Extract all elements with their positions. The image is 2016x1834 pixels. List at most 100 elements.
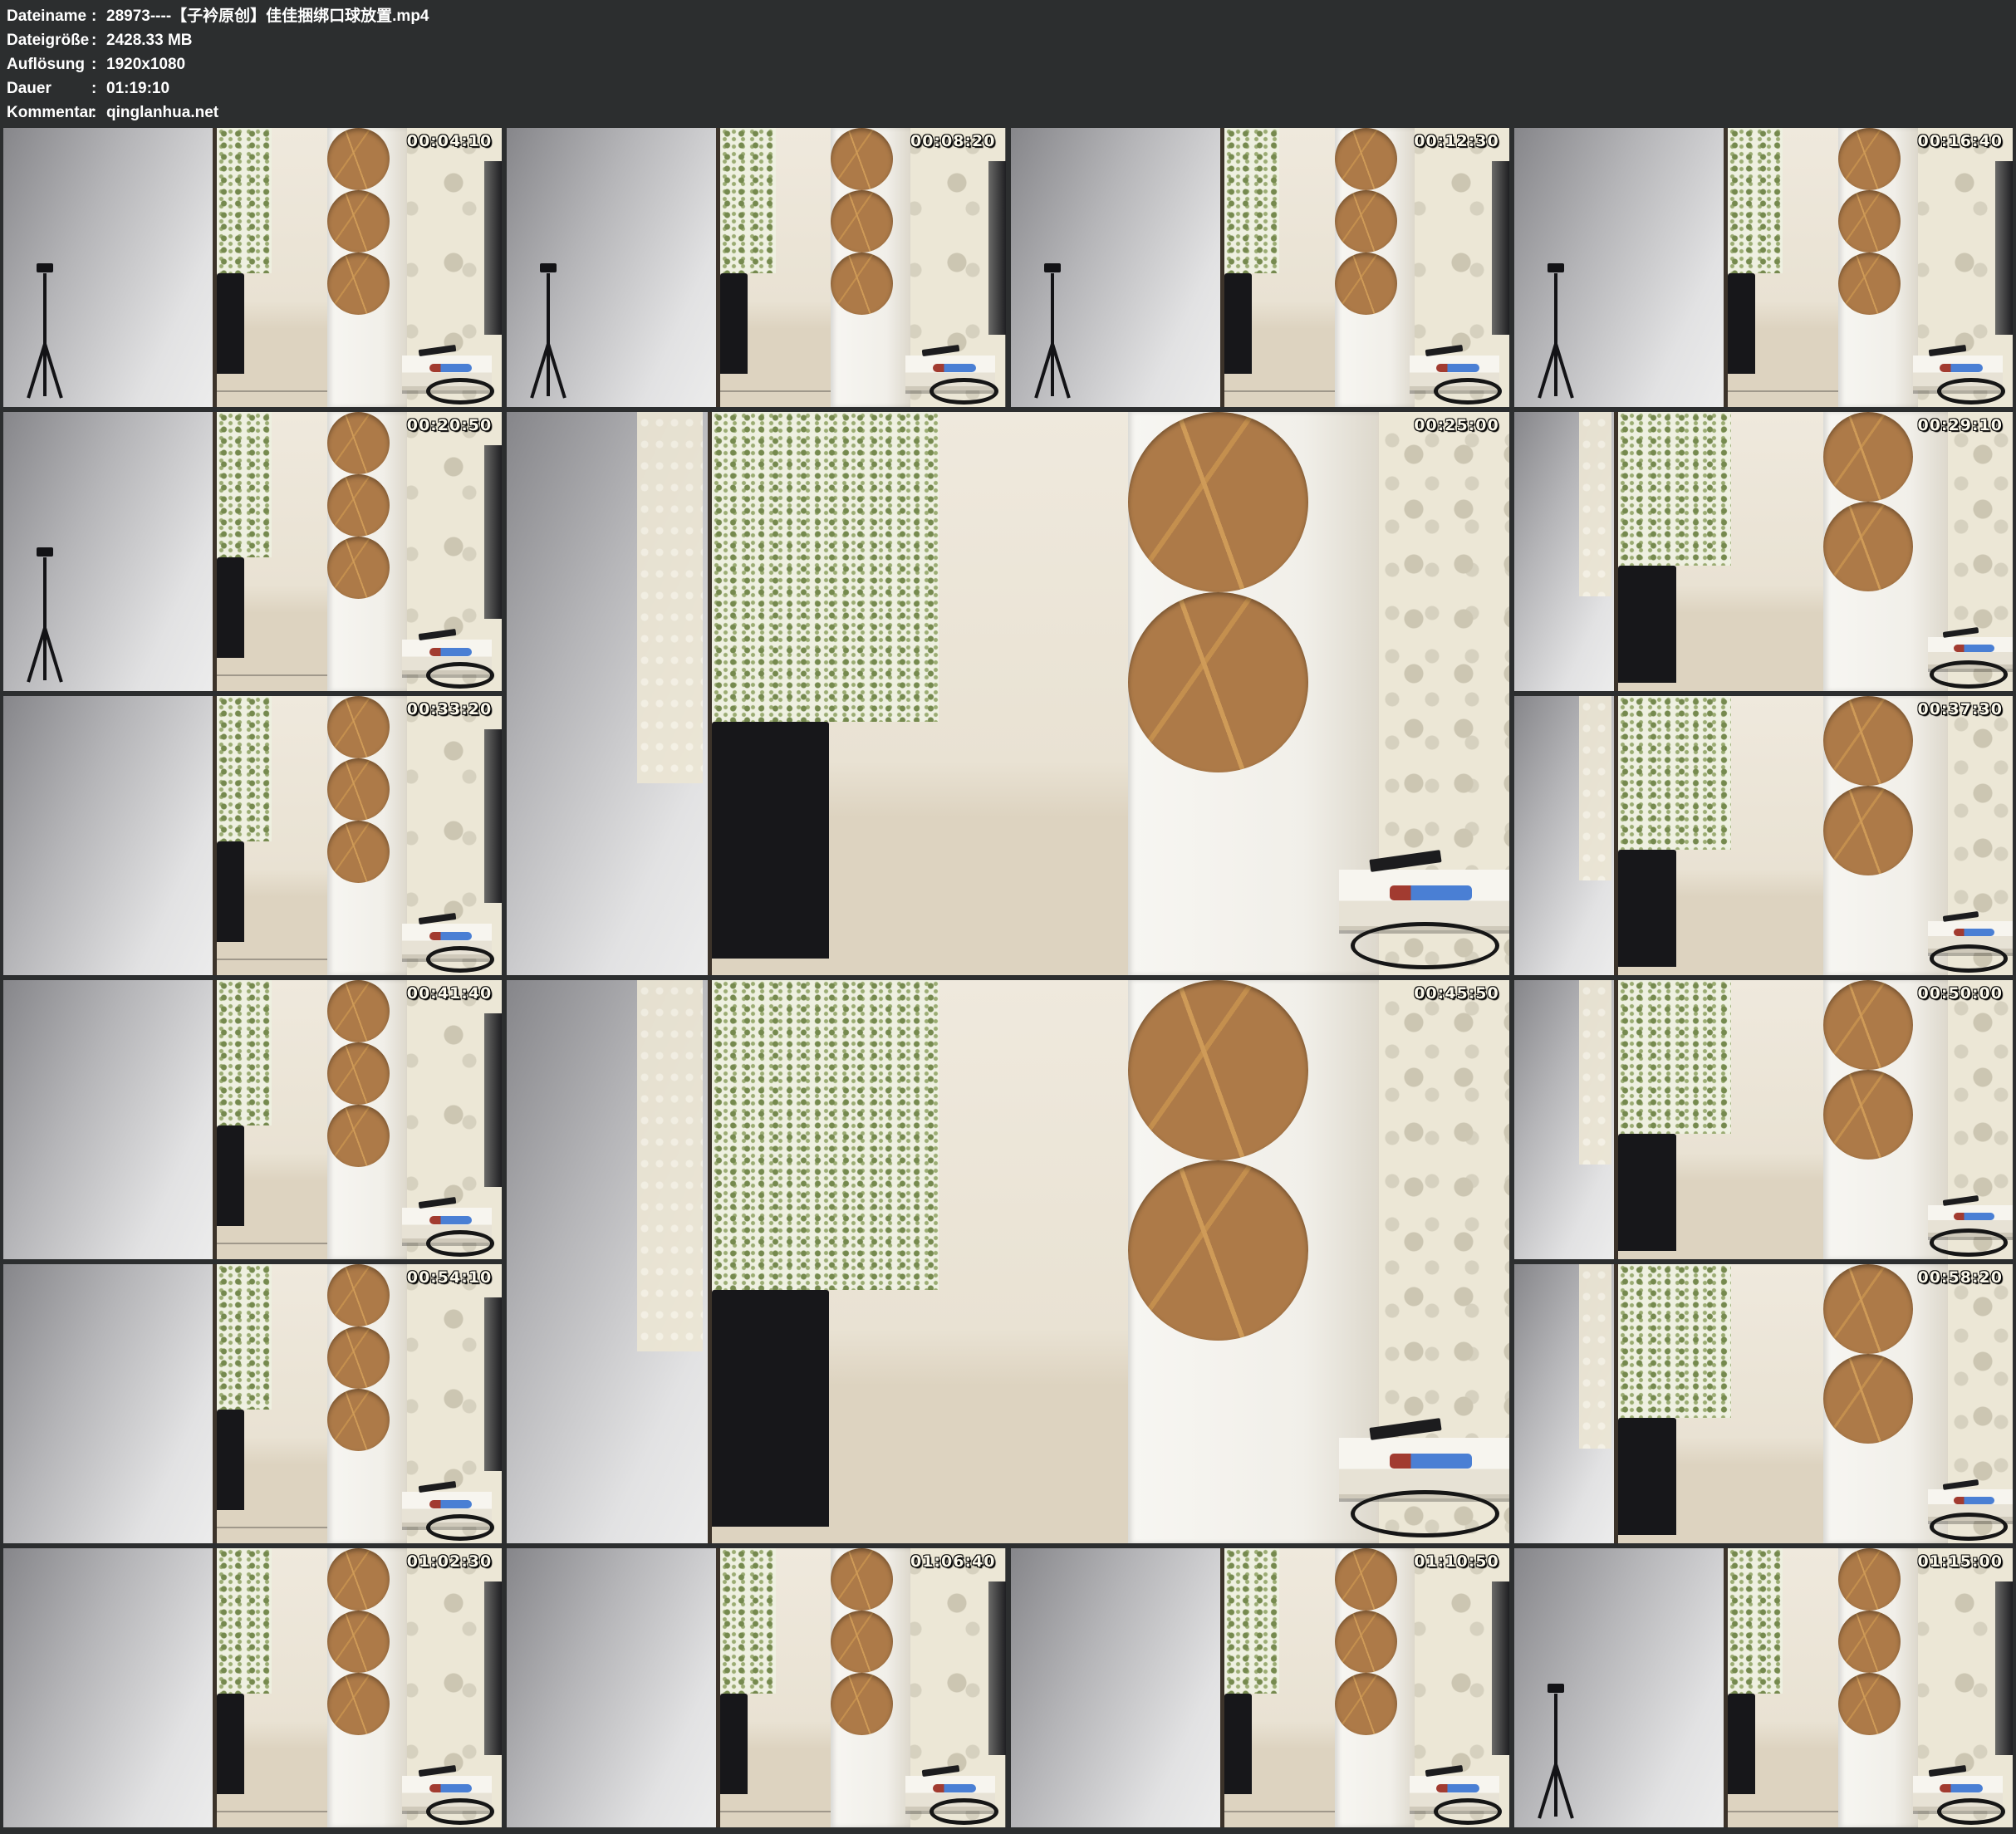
timestamp-overlay: 00:08:20 xyxy=(910,134,996,150)
lace-curtain xyxy=(1579,696,1611,880)
leaf-wallpaper xyxy=(217,1264,272,1410)
leaf-wallpaper xyxy=(217,128,272,273)
video-thumbnail: 00:37:30 xyxy=(1514,696,2013,975)
file-info-row-kommentar: Kommentar:qinglanhua.net xyxy=(7,101,2016,125)
thumbnail-scene xyxy=(1514,1548,2013,1827)
circle-panel xyxy=(1335,1548,1415,1827)
chair xyxy=(1728,273,1755,374)
hallway-doorway xyxy=(716,128,835,407)
circle-panel xyxy=(1335,128,1415,407)
blue-marker xyxy=(933,364,976,372)
circle-panel xyxy=(831,1548,910,1827)
panel-circle xyxy=(1823,1264,1913,1354)
tv-screen-edge xyxy=(484,1581,502,1754)
leaf-wallpaper xyxy=(217,412,272,557)
blue-marker xyxy=(1954,1497,1994,1504)
timestamp-overlay: 00:20:50 xyxy=(407,418,493,434)
duration-value: 01:19:10 xyxy=(106,76,169,101)
leaf-wallpaper xyxy=(1618,412,1731,566)
thumbnail-scene xyxy=(1011,128,1509,407)
chair xyxy=(1224,1694,1252,1794)
hallway-doorway xyxy=(1614,980,1827,1259)
panel-circle xyxy=(1823,502,1913,591)
wall xyxy=(3,696,213,975)
leaf-wallpaper xyxy=(1728,128,1783,273)
thumbnail-scene xyxy=(1514,980,2013,1259)
hallway-doorway xyxy=(213,412,331,691)
timestamp-overlay: 01:06:40 xyxy=(910,1554,996,1570)
field-label: Auflösung xyxy=(7,52,91,76)
leaf-wallpaper xyxy=(720,128,775,273)
panel-circle xyxy=(1128,592,1308,772)
wall xyxy=(3,980,213,1259)
thumbnail-scene xyxy=(3,412,502,691)
wooden-floor xyxy=(712,1527,1133,1543)
wall xyxy=(1011,128,1220,407)
blue-marker xyxy=(429,648,473,656)
video-thumbnail: 00:29:10 xyxy=(1514,412,2013,691)
side-table xyxy=(1339,870,1509,930)
lace-curtain xyxy=(1579,412,1611,596)
panel-circle xyxy=(327,1264,390,1326)
black-ring xyxy=(426,1230,494,1257)
hallway-doorway xyxy=(213,696,331,975)
leaf-wallpaper xyxy=(712,980,939,1290)
wooden-floor xyxy=(1224,374,1339,407)
video-thumbnail: 00:54:10 xyxy=(3,1264,502,1543)
timestamp-overlay: 00:54:10 xyxy=(407,1270,493,1286)
leaf-wallpaper xyxy=(1224,128,1279,273)
chair xyxy=(1618,850,1677,967)
tv-screen-edge xyxy=(1492,161,1509,334)
panel-circle xyxy=(327,474,390,537)
field-separator: : xyxy=(91,52,106,76)
tv-screen-edge xyxy=(1995,1581,2013,1754)
video-thumbnail: 00:04:10 xyxy=(3,128,502,407)
leaf-wallpaper xyxy=(1728,1548,1783,1694)
chair xyxy=(720,1694,748,1794)
wall xyxy=(3,128,213,407)
timestamp-overlay: 00:12:30 xyxy=(1414,134,1499,150)
wooden-floor xyxy=(720,1794,835,1827)
panel-circle xyxy=(1838,253,1901,315)
wooden-floor xyxy=(1224,1794,1339,1827)
leaf-wallpaper xyxy=(1224,1548,1279,1694)
black-ring xyxy=(930,378,998,405)
panel-circle xyxy=(1838,1611,1901,1673)
field-separator: : xyxy=(91,4,106,28)
wooden-floor xyxy=(217,1794,331,1827)
chair xyxy=(217,1125,244,1226)
wooden-floor xyxy=(217,1510,331,1543)
panel-circle xyxy=(327,412,390,474)
circle-panel xyxy=(327,412,407,691)
wall xyxy=(3,412,213,691)
chair xyxy=(1224,273,1252,374)
panel-circle xyxy=(327,1611,390,1673)
chair xyxy=(712,722,830,959)
wall xyxy=(1011,1548,1220,1827)
panel-circle xyxy=(1335,190,1397,253)
circle-panel xyxy=(1838,128,1918,407)
video-thumbnail: 01:02:30 xyxy=(3,1548,502,1827)
timestamp-overlay: 00:04:10 xyxy=(407,134,493,150)
timestamp-overlay: 00:25:00 xyxy=(1414,418,1499,434)
black-ring xyxy=(426,1514,494,1541)
panel-circle xyxy=(831,1611,893,1673)
timestamp-overlay: 00:58:20 xyxy=(1917,1270,2003,1286)
black-ring xyxy=(1937,378,2005,405)
blue-marker xyxy=(1954,645,1994,652)
thumbnail-scene xyxy=(1514,696,2013,975)
circle-panel xyxy=(327,1264,407,1543)
thumbnail-scene xyxy=(1514,412,2013,691)
blue-marker xyxy=(1954,1213,1994,1220)
hallway-doorway xyxy=(1220,1548,1339,1827)
resolution-value: 1920x1080 xyxy=(106,52,185,76)
black-ring xyxy=(1930,1228,2008,1257)
circle-panel xyxy=(1838,1548,1918,1827)
thumbnail-scene xyxy=(507,980,1509,1543)
panel-circle xyxy=(1823,1070,1913,1160)
camera-tripod-icon xyxy=(547,273,550,396)
blue-marker xyxy=(1940,364,1983,372)
camera-tripod-icon xyxy=(1554,1694,1557,1817)
leaf-wallpaper xyxy=(1618,696,1731,850)
panel-circle xyxy=(831,1548,893,1611)
